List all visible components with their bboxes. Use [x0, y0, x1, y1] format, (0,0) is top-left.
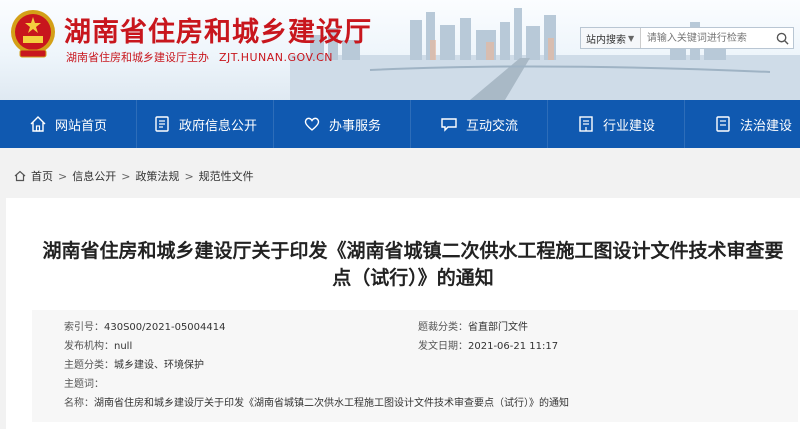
meta-value: 430S00/2021-05004414	[104, 322, 226, 333]
nav-item-law[interactable]: 法治建设	[685, 100, 800, 148]
law-icon	[716, 116, 730, 132]
search-icon	[776, 32, 789, 45]
meta-label: 题裁分类：	[418, 322, 468, 333]
meta-value: 城乡建设、环境保护	[114, 360, 204, 371]
search-scope-label: 站内搜索	[586, 34, 626, 46]
meta-value: 2021-06-21 11:17	[468, 341, 559, 352]
nav-item-label: 办事服务	[328, 118, 381, 134]
site-title: 湖南省住房和城乡建设厅	[64, 17, 372, 48]
nav-item-interaction[interactable]: 互动交流	[411, 100, 548, 148]
nav-item-label: 法治建设	[739, 118, 792, 134]
site-url[interactable]: ZJT.HUNAN.GOV.CN	[219, 51, 333, 64]
article-panel: 湖南省住房和城乡建设厅关于印发《湖南省城镇二次供水工程施工图设计文件技术审查要点…	[6, 198, 800, 429]
meta-label: 发文日期：	[418, 341, 468, 352]
meta-date: 发文日期：2021-06-21 11:17	[418, 337, 558, 352]
heart-icon	[304, 117, 320, 131]
search-scope-select[interactable]: 站内搜索 ▼	[581, 28, 641, 48]
meta-issuer: 发布机构：null	[64, 337, 132, 352]
meta-keywords: 主题词：	[64, 375, 104, 390]
meta-value: 省直部门文件	[468, 322, 528, 333]
meta-label: 发布机构：	[64, 341, 114, 352]
meta-label: 索引号：	[64, 322, 104, 333]
breadcrumb-policy[interactable]: 政策法规	[135, 168, 179, 184]
breadcrumb-separator: >	[184, 169, 194, 183]
nav-item-gov-info[interactable]: 政府信息公开	[137, 100, 274, 148]
building-icon	[579, 116, 593, 132]
chat-icon	[441, 118, 457, 132]
article-meta: 索引号：430S00/2021-05004414 题裁分类：省直部门文件 发布机…	[32, 310, 798, 422]
search-input[interactable]	[640, 28, 772, 48]
home-icon	[30, 116, 46, 132]
home-icon	[14, 170, 26, 182]
document-icon	[155, 116, 169, 132]
meta-name: 名称：湖南省住房和城乡建设厅关于印发《湖南省城镇二次供水工程施工图设计文件技术审…	[64, 394, 569, 409]
chevron-down-icon: ▼	[628, 33, 635, 43]
nav-item-industry[interactable]: 行业建设	[548, 100, 685, 148]
nav-item-label: 行业建设	[602, 118, 655, 134]
site-subtitle: 湖南省住房和城乡建设厅主办 ZJT.HUNAN.GOV.CN	[66, 49, 333, 65]
search-box: 站内搜索 ▼	[580, 27, 794, 49]
meta-value: 湖南省住房和城乡建设厅关于印发《湖南省城镇二次供水工程施工图设计文件技术审查要点…	[94, 398, 569, 409]
meta-index: 索引号：430S00/2021-05004414	[64, 318, 225, 333]
meta-label: 主题词：	[64, 379, 104, 390]
breadcrumb: 首页 > 信息公开 > 政策法规 > 规范性文件	[14, 168, 254, 184]
breadcrumb-separator: >	[58, 169, 68, 183]
breadcrumb-home[interactable]: 首页	[31, 168, 53, 184]
breadcrumb-normative[interactable]: 规范性文件	[199, 168, 254, 184]
search-button[interactable]	[772, 28, 793, 48]
nav-item-label: 网站首页	[54, 118, 107, 134]
nav-item-services[interactable]: 办事服务	[274, 100, 411, 148]
site-header: 湖南省住房和城乡建设厅 湖南省住房和城乡建设厅主办 ZJT.HUNAN.GOV.C…	[0, 0, 800, 100]
meta-category: 题裁分类：省直部门文件	[418, 318, 528, 333]
article-title: 湖南省住房和城乡建设厅关于印发《湖南省城镇二次供水工程施工图设计文件技术审查要点…	[42, 240, 784, 289]
nav-item-label: 互动交流	[465, 118, 518, 134]
breadcrumb-info[interactable]: 信息公开	[72, 168, 116, 184]
nav-item-label: 政府信息公开	[178, 118, 257, 134]
site-sponsor: 湖南省住房和城乡建设厅主办	[66, 51, 209, 64]
meta-label: 主题分类：	[64, 360, 114, 371]
meta-label: 名称：	[64, 398, 94, 409]
main-nav: 网站首页 政府信息公开 办事服务 互动交流 行业建设 法治建设	[0, 100, 800, 148]
meta-value: null	[114, 341, 133, 352]
breadcrumb-separator: >	[121, 169, 131, 183]
national-emblem-icon	[11, 10, 55, 58]
nav-item-home[interactable]: 网站首页	[0, 100, 137, 148]
meta-theme: 主题分类：城乡建设、环境保护	[64, 356, 204, 371]
